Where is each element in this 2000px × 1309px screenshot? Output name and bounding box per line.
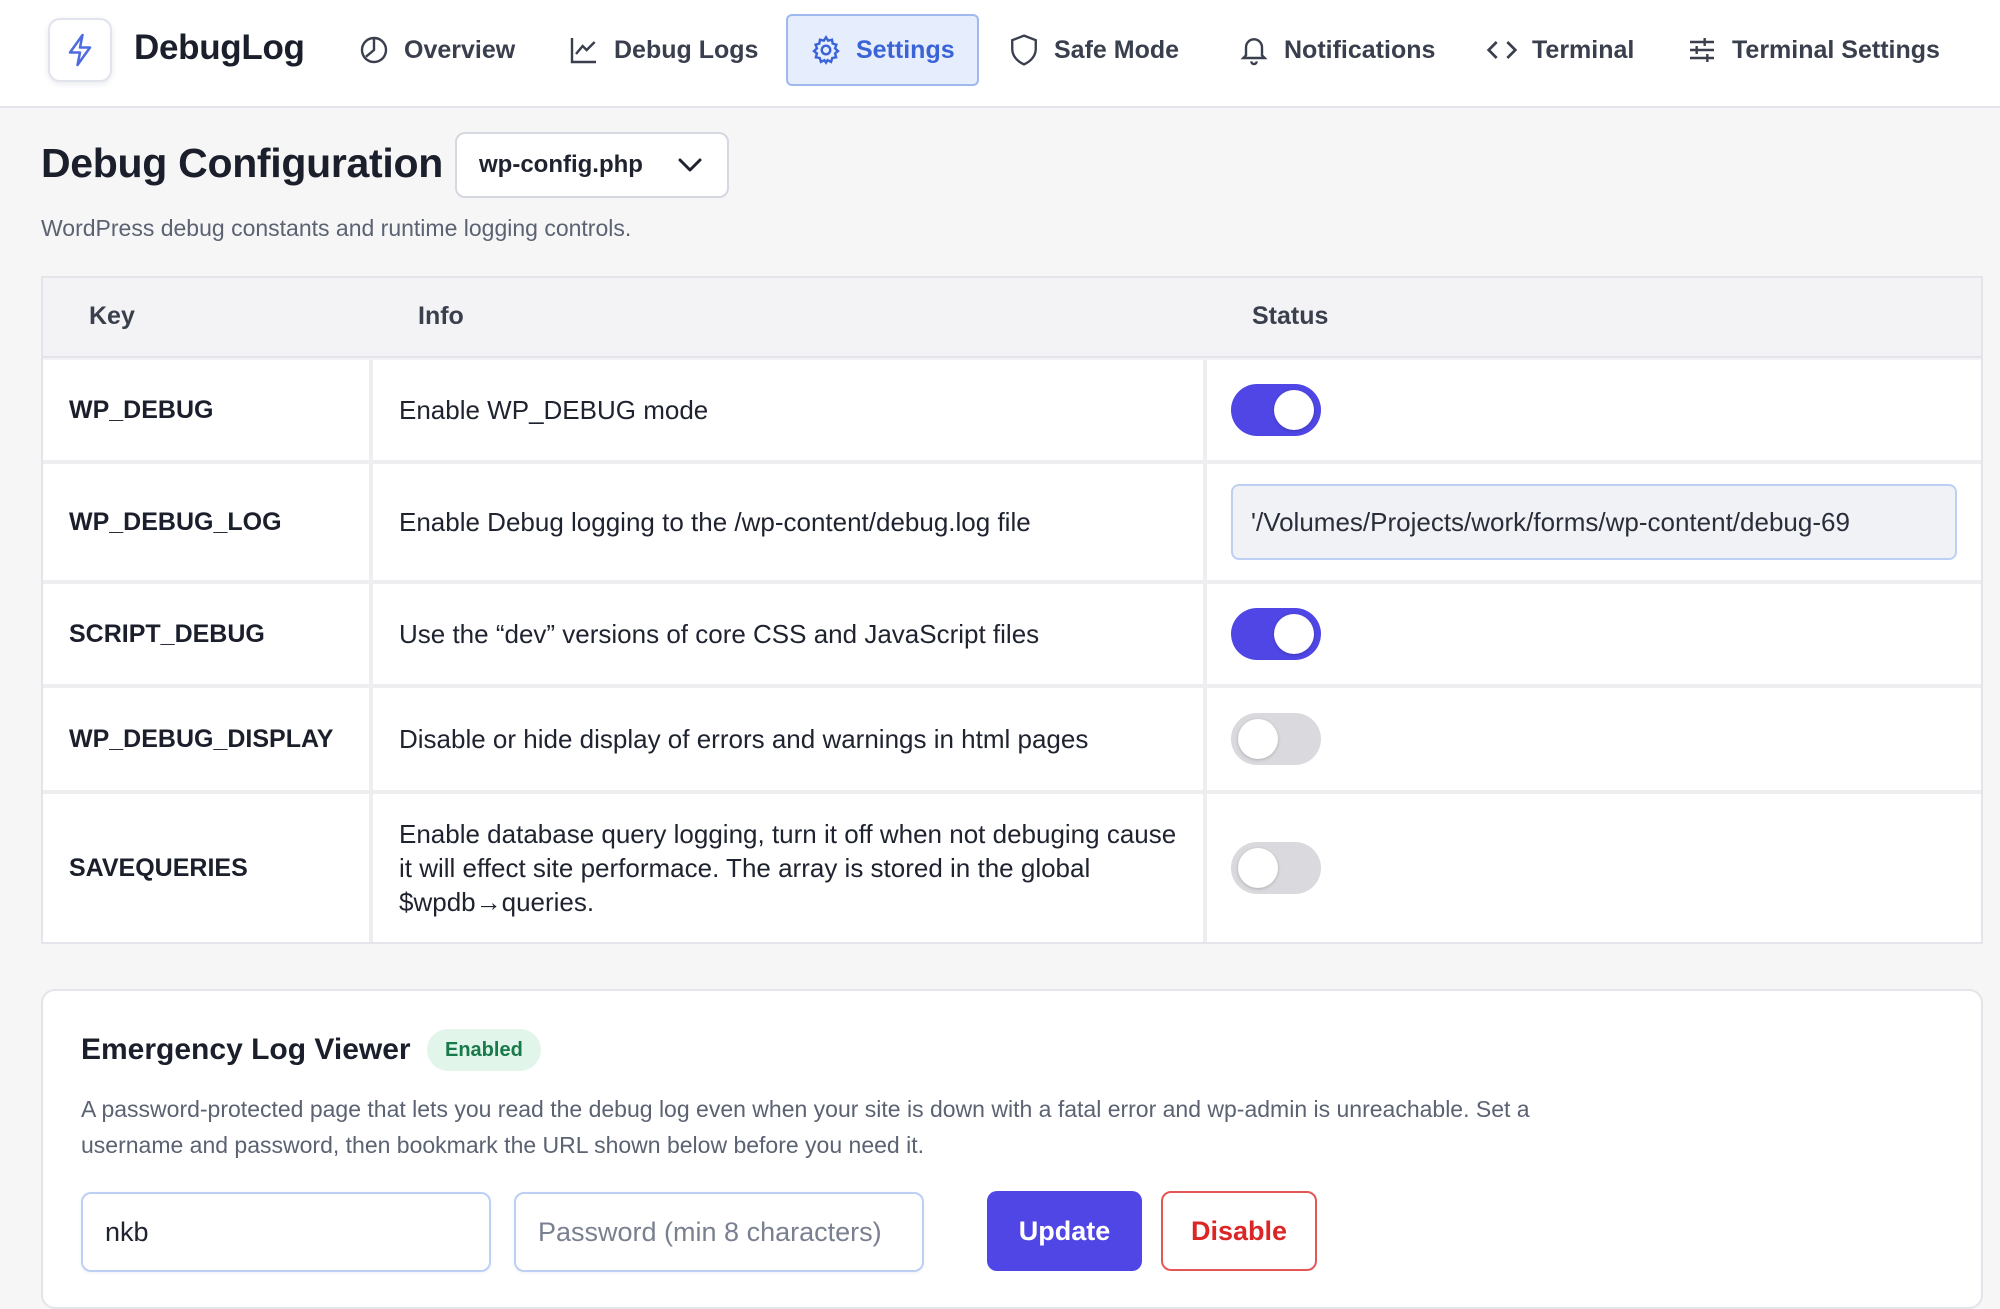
row-status — [1207, 360, 1981, 460]
disable-button[interactable]: Disable — [1161, 1191, 1317, 1271]
table-row-wp-debug-display: WP_DEBUG_DISPLAY Disable or hide display… — [43, 688, 1981, 794]
nav-terminal-settings[interactable]: Terminal Settings — [1664, 14, 1962, 86]
app-logo[interactable] — [48, 18, 112, 82]
table-row-savequeries: SAVEQUERIES Enable database query loggin… — [43, 794, 1981, 942]
row-status — [1207, 584, 1981, 684]
row-info: Enable database query logging, turn it o… — [373, 794, 1207, 942]
wp-debug-display-toggle[interactable] — [1231, 713, 1321, 765]
password-field[interactable]: Password (min 8 characters) — [514, 1192, 924, 1272]
row-info: Use the “dev” versions of core CSS and J… — [373, 584, 1207, 684]
row-key: SAVEQUERIES — [43, 794, 373, 942]
sliders-icon — [1690, 38, 1714, 62]
page-subtitle: WordPress debug constants and runtime lo… — [41, 215, 632, 241]
nav-label: Overview — [404, 35, 516, 64]
toggle-knob — [1238, 719, 1278, 759]
nav-label: Safe Mode — [1054, 35, 1180, 64]
nav-label: Terminal — [1532, 35, 1635, 64]
nav-debug-logs[interactable]: Debug Logs — [546, 14, 780, 86]
debug-constants-table: Key Info Status WP_DEBUG Enable WP_DEBUG… — [41, 276, 1983, 944]
row-info: Enable Debug logging to the /wp-content/… — [373, 464, 1207, 580]
header-info: Info — [418, 302, 464, 330]
line-chart-icon — [570, 38, 596, 64]
row-key: WP_DEBUG_LOG — [43, 464, 373, 580]
status-badge: Enabled — [427, 1029, 541, 1071]
code-icon — [1486, 41, 1518, 59]
row-key: SCRIPT_DEBUG — [43, 584, 373, 684]
row-status: '/Volumes/Projects/work/forms/wp-content… — [1207, 464, 1981, 580]
gear-icon — [812, 35, 840, 65]
nav-label: Notifications — [1284, 35, 1436, 64]
card-description: A password-protected page that lets you … — [81, 1096, 1530, 1158]
nav-notifications[interactable]: Notifications — [1216, 14, 1457, 86]
toggle-knob — [1238, 848, 1278, 888]
nav-label: Debug Logs — [614, 35, 759, 64]
row-status — [1207, 688, 1981, 790]
table-header: Key Info Status — [43, 278, 1981, 358]
nav-safe-mode[interactable]: Safe Mode — [986, 14, 1201, 86]
script-debug-toggle[interactable] — [1231, 608, 1321, 660]
emergency-log-viewer-card: Emergency Log Viewer Enabled A password-… — [41, 989, 1983, 1309]
toggle-knob — [1274, 390, 1314, 430]
config-file-select[interactable]: wp-config.php — [455, 132, 729, 198]
config-file-value: wp-config.php — [479, 151, 643, 178]
chevron-down-icon — [678, 158, 702, 172]
row-info: Enable WP_DEBUG mode — [373, 360, 1207, 460]
bolt-icon — [68, 33, 92, 67]
toggle-knob — [1274, 614, 1314, 654]
shield-icon — [1011, 34, 1037, 66]
table-row-script-debug: SCRIPT_DEBUG Use the “dev” versions of c… — [43, 584, 1981, 688]
app-name: DebugLog — [134, 28, 305, 67]
row-key: WP_DEBUG — [43, 360, 373, 460]
bell-icon — [1240, 38, 1268, 66]
top-nav-bar: DebugLog Overview Debug Logs Settings Sa… — [0, 0, 2000, 108]
page-title: Debug Configuration — [41, 140, 443, 186]
debug-log-path-input[interactable]: '/Volumes/Projects/work/forms/wp-content… — [1231, 484, 1957, 560]
nav-settings[interactable]: Settings — [786, 14, 979, 86]
savequeries-toggle[interactable] — [1231, 842, 1321, 894]
wp-debug-toggle[interactable] — [1231, 384, 1321, 436]
username-field[interactable]: nkb — [81, 1192, 491, 1272]
nav-overview[interactable]: Overview — [336, 14, 537, 86]
nav-label: Settings — [856, 35, 955, 64]
header-key: Key — [89, 302, 135, 330]
table-row-wp-debug-log: WP_DEBUG_LOG Enable Debug logging to the… — [43, 464, 1981, 584]
row-key: WP_DEBUG_DISPLAY — [43, 688, 373, 790]
update-button[interactable]: Update — [987, 1191, 1142, 1271]
card-title: Emergency Log Viewer — [81, 1033, 411, 1066]
clock-chart-icon — [360, 36, 388, 64]
nav-terminal[interactable]: Terminal — [1464, 14, 1656, 86]
nav-label: Terminal Settings — [1732, 35, 1940, 64]
row-info: Disable or hide display of errors and wa… — [373, 688, 1207, 790]
table-row-wp-debug: WP_DEBUG Enable WP_DEBUG mode — [43, 360, 1981, 464]
row-status — [1207, 794, 1981, 942]
header-status: Status — [1252, 302, 1329, 330]
